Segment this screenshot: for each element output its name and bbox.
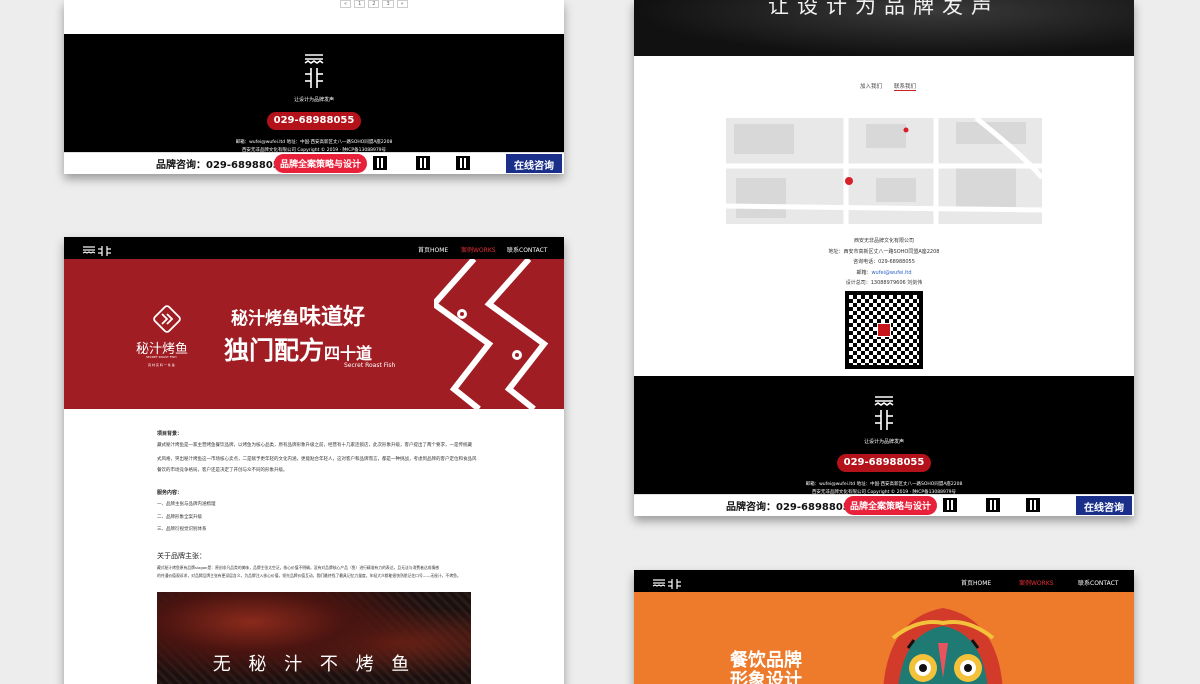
- intro-line: 藏式秘汁烤鱼是一家主营烤鱼餐饮品牌，以烤鱼为核心品类，原有品牌形象升级之前，经营…: [157, 443, 472, 448]
- roast-fish-photo: 无 秘 汁 不 烤 鱼: [157, 592, 471, 684]
- strategy-button[interactable]: 品牌全案策略与设计: [844, 496, 938, 515]
- contact-hero-text: 让设计为品牌发声: [768, 0, 1000, 18]
- nav-contact[interactable]: 联系CONTACT: [507, 245, 547, 254]
- wufei-mini-logo-icon: [652, 575, 684, 589]
- fish-hero-banner: 秘汁烤鱼 SECRET ROAST FISH 真 材 实 料 一 条 鱼 秘汁烤…: [64, 257, 564, 412]
- service-item: 一、品牌主张与品牌内涵梳理: [157, 502, 216, 507]
- pagination-page-1[interactable]: 1: [354, 0, 366, 8]
- brand-line: 藏式秘汁烤鱼原有品牌slogan是：原创非凡品类的美味，品牌主张太空泛，核心价值…: [157, 565, 440, 570]
- qr-code-icon: [943, 498, 957, 512]
- nav-home[interactable]: 首页HOME: [418, 245, 448, 254]
- service-item: 二、品牌形象全案升级: [157, 515, 202, 520]
- brand-claim-title: 关于品牌主张：: [157, 552, 206, 560]
- hero-english: Secret Roast Fish: [344, 362, 396, 369]
- footer-phone-button[interactable]: 029-68988055: [837, 454, 931, 472]
- footer-block: 让设计为品牌发声 029-68988055 邮箱：wufei@wufei.ltd…: [634, 376, 1134, 495]
- nav-home[interactable]: 首页HOME: [961, 578, 991, 587]
- footer-slogan: 让设计为品牌发声: [293, 97, 334, 103]
- footer-email-line: 邮箱：wufei@wufei.ltd 地址：中国·西安高新区丈八一路SOHO同盟…: [805, 482, 963, 487]
- fish-logo-icon: [152, 304, 182, 334]
- qr-center-logo-icon: [877, 323, 891, 337]
- site-header: 首页HOME 案例WORKS 联系CONTACT: [634, 570, 1134, 592]
- consult-phone-line: 咨询电话：029-68988055: [853, 259, 915, 265]
- fish-logo-sub: SECRET ROAST FISH: [146, 355, 177, 359]
- hero-line-1b: 味道好: [299, 305, 366, 330]
- pagination-next[interactable]: »: [396, 0, 408, 8]
- tab-contact-us[interactable]: 联系我们: [894, 82, 917, 91]
- online-consult-button[interactable]: 在线咨询: [506, 154, 562, 173]
- mask-illustration-icon: [878, 598, 1008, 684]
- director-line: 设计总司：13088979606 刘剑伟: [845, 280, 923, 286]
- nav-works[interactable]: 案例WORKS: [461, 245, 496, 254]
- tab-join-us[interactable]: 加入我们: [860, 82, 882, 91]
- brand-line: 的共通价值观诉求，对品牌品牌主张有更深层含义，为品牌注入核心价值，领先品牌价值互…: [157, 573, 461, 578]
- contact-hero: 让设计为品牌发声: [634, 0, 1134, 56]
- intro-line: 式风格，突出秘汁烤鱼这一市场核心卖点，二是赋予更年轻的文化内涵，更能贴合年轻人，…: [157, 457, 477, 462]
- wechat-qr-code-icon: [845, 291, 923, 369]
- company-name: 西安无非品牌文化有限公司: [853, 238, 914, 244]
- chevron-pattern-icon: [429, 257, 564, 412]
- consult-bar: 品牌咨询：029-68988055 品牌全案策略与设计 在线咨询: [634, 494, 1134, 516]
- site-header: 首页HOME 案例WORKS 联系CONTACT: [64, 237, 564, 259]
- wufei-mini-logo-icon: [82, 242, 114, 256]
- nav-contact[interactable]: 联系CONTACT: [1078, 578, 1118, 587]
- fish-logo-tag: 真 材 实 料 一 条 鱼: [148, 363, 175, 367]
- email-line: 邮箱：wufei@wufei.ltd: [634, 268, 1134, 279]
- qr-code-icon: [986, 498, 1000, 512]
- footer-block: 让设计为品牌发声 029-68988055 邮箱：wufei@wufei.ltd…: [64, 34, 564, 153]
- online-consult-button[interactable]: 在线咨询: [1076, 496, 1132, 515]
- qr-code-icon: [1026, 498, 1040, 512]
- hero-line-1a: 秘汁烤鱼: [231, 309, 299, 329]
- consult-bar: 品牌咨询：029-68988055 品牌全案策略与设计 在线咨询: [64, 152, 564, 174]
- hero-line-2b: 四十道: [324, 344, 373, 363]
- wufei-logo-icon: [302, 52, 326, 92]
- pagination: « 1 2 3 »: [340, 0, 408, 8]
- email-label: 邮箱：: [856, 269, 872, 276]
- consult-phone: 品牌咨询：029-68988055: [726, 502, 857, 513]
- orange-title-line-2: 形象设计: [730, 670, 802, 684]
- hero-line-2a: 独门配方: [224, 336, 325, 365]
- service-item: 三、品牌衍视觉识别体系: [157, 527, 207, 532]
- footer-slogan: 让设计为品牌发声: [863, 439, 904, 445]
- orange-hero: 餐饮品牌 形象设计: [634, 592, 1134, 684]
- photo-banner-text: 无 秘 汁 不 烤 鱼: [212, 654, 416, 675]
- contact-info: 西安无非品牌文化有限公司 地址：西安市高新区丈八一路SOHO同盟A座2208 咨…: [634, 236, 1134, 289]
- screenshot-footer-top-left: « 1 2 3 » 让设计为品牌发声 029-68988055 邮箱：wufei…: [64, 0, 564, 174]
- footer-email-line: 邮箱：wufei@wufei.ltd 地址：中国·西安高新区丈八一路SOHO同盟…: [235, 140, 393, 145]
- intro-line: 餐饮的市场竞争格局，客户还是决定了开创与众不同的形象升级。: [157, 468, 288, 473]
- email-link[interactable]: wufei@wufei.ltd: [871, 270, 911, 276]
- location-map[interactable]: [726, 118, 1042, 224]
- footer-phone-button[interactable]: 029-68988055: [267, 112, 361, 130]
- consult-phone: 品牌咨询：029-68988055: [156, 160, 287, 171]
- qr-code-icon: [456, 156, 470, 170]
- pagination-page-3[interactable]: 3: [382, 0, 394, 8]
- qr-code-icon: [373, 156, 387, 170]
- screenshot-contact-page: 让设计为品牌发声 加入我们 联系我们 西安无非品牌文化有限公司 地址：西安市高新…: [634, 0, 1134, 516]
- qr-code-icon: [416, 156, 430, 170]
- screenshot-orange-case: 首页HOME 案例WORKS 联系CONTACT 餐饮品牌 形象设计: [634, 570, 1134, 684]
- screenshot-fish-case: 首页HOME 案例WORKS 联系CONTACT 秘汁烤鱼 SECRET ROA…: [64, 237, 564, 684]
- pagination-prev[interactable]: «: [340, 0, 352, 8]
- strategy-button[interactable]: 品牌全案策略与设计: [274, 154, 368, 173]
- contact-tabs: 加入我们 联系我们: [860, 82, 917, 91]
- pagination-page-2[interactable]: 2: [368, 0, 380, 8]
- nav-works[interactable]: 案例WORKS: [1019, 578, 1054, 587]
- service-title: 服务内容：: [157, 490, 183, 496]
- project-background-title: 项目背景：: [157, 431, 183, 437]
- wufei-logo-icon: [872, 394, 896, 434]
- company-address: 地址：西安市高新区丈八一路SOHO同盟A座2208: [828, 248, 940, 255]
- hero-line-1: 秘汁烤鱼味道好: [231, 299, 365, 331]
